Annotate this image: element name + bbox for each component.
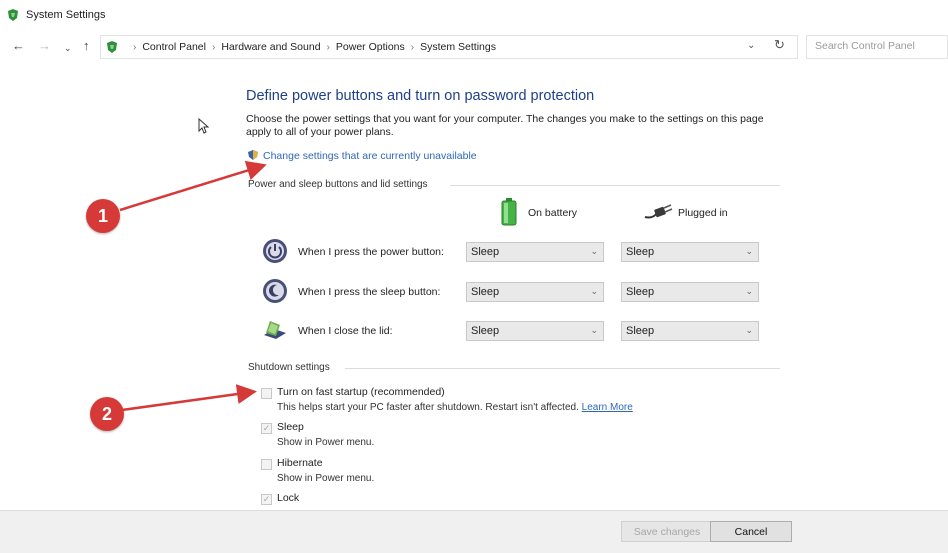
chevron-down-icon: ⌄ xyxy=(590,325,598,335)
control-panel-icon xyxy=(107,41,117,53)
breadcrumb-separator: › xyxy=(133,42,137,53)
window-title: System Settings xyxy=(26,9,106,21)
sleep-option-description: Show in Power menu. xyxy=(277,437,375,448)
sleep-option-label: Sleep xyxy=(277,421,304,433)
power-button-label: When I press the power button: xyxy=(298,246,444,258)
cancel-button[interactable]: Cancel xyxy=(710,521,792,542)
search-box[interactable] xyxy=(806,35,948,59)
sleep-button-label: When I press the sleep button: xyxy=(298,286,441,298)
footer-bar: Save changes Cancel xyxy=(0,510,948,553)
sleep-checkbox[interactable]: ✓ xyxy=(261,423,272,434)
annotation-badge-1: 1 xyxy=(86,199,120,233)
up-arrow-icon[interactable]: ↑ xyxy=(83,38,90,54)
lid-close-plugged-select[interactable]: Sleep ⌄ xyxy=(621,321,759,341)
annotation-arrow-1 xyxy=(119,160,267,212)
save-changes-button[interactable]: Save changes xyxy=(621,521,713,542)
address-dropdown-icon[interactable]: ⌄ xyxy=(747,40,755,51)
chevron-down-icon: ⌄ xyxy=(590,286,598,296)
fast-startup-description: This helps start your PC faster after sh… xyxy=(277,402,633,413)
page-description: Choose the power settings that you want … xyxy=(246,113,764,138)
annotation-arrow-2 xyxy=(121,384,257,412)
learn-more-link[interactable]: Learn More xyxy=(582,402,633,413)
mouse-cursor-icon xyxy=(198,118,210,134)
group-divider xyxy=(345,368,780,369)
laptop-lid-icon xyxy=(264,321,286,339)
plugged-in-header: Plugged in xyxy=(678,207,728,219)
breadcrumb-separator: › xyxy=(326,42,330,53)
select-value: Sleep xyxy=(626,325,655,337)
navigation-bar: ← → ⌄ ↑ › Control Panel › Hardware and Soun… xyxy=(0,32,948,62)
group-divider xyxy=(450,185,780,186)
control-panel-app-icon xyxy=(8,9,18,21)
annotation-badge-2: 2 xyxy=(90,397,124,431)
select-value: Sleep xyxy=(471,325,500,337)
page-title: Define power buttons and turn on passwor… xyxy=(246,88,595,104)
hibernate-checkbox[interactable] xyxy=(261,459,272,470)
breadcrumb-hardware-and-sound[interactable]: Hardware and Sound xyxy=(221,41,320,53)
sleep-button-icon xyxy=(263,279,287,303)
recent-locations-icon[interactable]: ⌄ xyxy=(64,40,72,56)
uac-shield-icon xyxy=(248,150,258,160)
annotation-arrows xyxy=(119,160,267,412)
chevron-down-icon: ⌄ xyxy=(745,286,753,296)
chevron-down-icon: ⌄ xyxy=(745,325,753,335)
breadcrumb: › Control Panel › Hardware and Sound › Power … xyxy=(127,41,496,53)
battery-icon xyxy=(501,198,517,226)
breadcrumb-control-panel[interactable]: Control Panel xyxy=(142,41,206,53)
chevron-down-icon: ⌄ xyxy=(590,246,598,256)
lock-option-label: Lock xyxy=(277,492,300,504)
power-button-plugged-select[interactable]: Sleep ⌄ xyxy=(621,242,759,262)
lid-close-battery-select[interactable]: Sleep ⌄ xyxy=(466,321,604,341)
select-value: Sleep xyxy=(626,286,655,298)
address-bar[interactable]: › Control Panel › Hardware and Sound › Power … xyxy=(100,35,798,59)
select-value: Sleep xyxy=(471,286,500,298)
select-value: Sleep xyxy=(626,246,655,258)
breadcrumb-system-settings[interactable]: System Settings xyxy=(420,41,496,53)
change-settings-link-text[interactable]: Change settings that are currently unava… xyxy=(263,150,477,162)
search-input[interactable] xyxy=(807,36,935,56)
on-battery-header: On battery xyxy=(528,207,578,219)
power-buttons-group-label: Power and sleep buttons and lid settings xyxy=(248,179,428,190)
chevron-down-icon: ⌄ xyxy=(745,246,753,256)
power-button-battery-select[interactable]: Sleep ⌄ xyxy=(466,242,604,262)
breadcrumb-separator: › xyxy=(211,42,216,53)
hibernate-option-description: Show in Power menu. xyxy=(277,473,375,484)
breadcrumb-power-options[interactable]: Power Options xyxy=(336,41,405,53)
breadcrumb-separator: › xyxy=(410,42,415,53)
fast-startup-checkbox[interactable] xyxy=(261,388,272,399)
power-plug-icon xyxy=(644,204,673,219)
fast-startup-label: Turn on fast startup (recommended) xyxy=(277,386,445,398)
lid-close-label: When I close the lid: xyxy=(298,325,393,337)
back-arrow-icon[interactable]: ← xyxy=(12,38,25,54)
hibernate-option-label: Hibernate xyxy=(277,457,323,469)
fast-startup-sub-text: This helps start your PC faster after sh… xyxy=(277,402,579,413)
shutdown-group-label: Shutdown settings xyxy=(248,362,330,373)
title-bar: System Settings xyxy=(0,0,948,30)
forward-arrow-icon[interactable]: → xyxy=(38,38,51,54)
change-settings-link[interactable]: Change settings that are currently unava… xyxy=(247,149,477,162)
refresh-icon[interactable]: ↻ xyxy=(774,37,785,53)
lock-checkbox[interactable]: ✓ xyxy=(261,494,272,505)
select-value: Sleep xyxy=(471,246,500,258)
sleep-button-plugged-select[interactable]: Sleep ⌄ xyxy=(621,282,759,302)
power-button-icon xyxy=(263,239,287,263)
sleep-button-battery-select[interactable]: Sleep ⌄ xyxy=(466,282,604,302)
